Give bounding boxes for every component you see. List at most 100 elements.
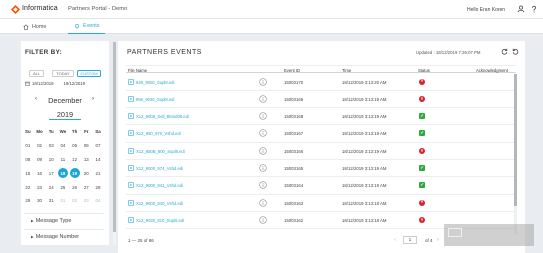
calendar-day-label: 19 (72, 170, 78, 176)
calendar-day[interactable]: 13 (80, 157, 92, 162)
calendar-day[interactable]: 26 (69, 185, 81, 190)
calendar-day-next-month[interactable]: 01 (57, 198, 69, 203)
column-header-event-id[interactable]: Event ID (284, 68, 300, 73)
calendar-day[interactable]: 12 (69, 157, 81, 162)
help-icon[interactable] (530, 5, 538, 13)
date-range[interactable]: 18/12/2019 19/12/2019 (25, 81, 85, 86)
page-input[interactable]: 1 (403, 236, 417, 244)
file-name-link[interactable]: X12_9030_810_Supl8.edi (136, 218, 184, 223)
info-icon[interactable] (259, 129, 267, 138)
filter-custom-button[interactable]: CUSTOM (77, 70, 101, 77)
calendar-week: 08 09 10 11 12 13 14 (22, 153, 104, 167)
section-divider (24, 229, 104, 230)
calendar-day[interactable]: 31 (45, 198, 57, 203)
calendar-day[interactable]: 11 (57, 157, 69, 162)
refresh-icon[interactable] (501, 48, 508, 55)
calendar-day[interactable]: 02 (34, 143, 46, 148)
event-id: 15003165 (284, 166, 304, 171)
prev-page-button[interactable]: ‹ (394, 237, 396, 243)
calendar-day-next-month[interactable]: 02 (69, 198, 81, 203)
page-count: of 4 (425, 238, 433, 243)
table-row[interactable]: X12_850_970_Vshd.edi 15003167 18/12/2019 3… (126, 126, 516, 143)
calendar-day[interactable]: 22 (22, 185, 34, 190)
table-row[interactable]: 849_9000_Supl8.edi 15003170 18/12/2019 3:1… (126, 74, 516, 91)
calendar-day-selected[interactable]: 18 (57, 168, 69, 179)
calendar-day[interactable]: 15 (22, 171, 34, 176)
filter-message-type[interactable]: ▶ Message Type (31, 218, 71, 224)
brand-name: Informatica (22, 5, 58, 12)
tab-home[interactable]: Home (17, 19, 52, 34)
scrollbar-thumb[interactable] (514, 74, 517, 206)
calendar-month[interactable]: December (21, 96, 109, 105)
calendar-day[interactable]: 09 (34, 157, 46, 162)
calendar-day[interactable]: 28 (92, 185, 104, 190)
calendar-day[interactable]: 07 (92, 143, 104, 148)
calendar-day[interactable]: 05 (69, 143, 81, 148)
calendar-day[interactable]: 14 (92, 157, 104, 162)
calendar-day[interactable]: 06 (80, 143, 92, 148)
calendar-week: 15 16 17 18 19 20 21 (22, 166, 104, 180)
calendar-day[interactable]: 30 (34, 198, 46, 203)
filter-message-number[interactable]: ▶ Message Number (31, 234, 79, 240)
file-name-link[interactable]: X12_850B_800_Supl8.edi (136, 149, 185, 154)
column-header-time[interactable]: Time (342, 68, 351, 73)
calendar-day[interactable]: 10 (45, 157, 57, 162)
file-name-link[interactable]: 856_9030_Supl8.edi (136, 97, 174, 102)
table-row[interactable]: X12_9000_974_Vshd.edi 15003165 18/12/2019 … (126, 161, 516, 178)
tab-events[interactable]: Events (68, 19, 106, 34)
file-icon (128, 130, 134, 137)
weekday-label: We (59, 129, 67, 135)
calendar-day[interactable]: 25 (57, 185, 69, 190)
user-icon[interactable] (517, 5, 525, 13)
weekday-label: Fr (84, 129, 89, 135)
reset-icon[interactable] (512, 48, 519, 55)
file-name-link[interactable]: X12_9000_974_Vshd.edi (136, 166, 183, 171)
calendar-day[interactable]: 16 (34, 171, 46, 176)
calendar-year[interactable]: 2019 (21, 110, 109, 119)
calendar-day[interactable]: 29 (22, 198, 34, 203)
calendar-day[interactable]: 27 (80, 185, 92, 190)
info-icon[interactable] (259, 164, 267, 172)
file-name-link[interactable]: 849_9000_Supl8.edi (136, 80, 174, 85)
filter-today-button[interactable]: TODAY (52, 70, 74, 77)
next-page-button[interactable]: › (437, 237, 439, 243)
calendar-day[interactable]: 24 (45, 185, 57, 190)
info-icon[interactable] (259, 147, 267, 155)
success-status-icon: ✓ (419, 130, 425, 137)
calendar-day[interactable]: 04 (57, 143, 69, 148)
updated-timestamp: Updated : 18/12/2019 7:26:07 PM (416, 50, 481, 55)
file-name-link[interactable]: X12_9000_940_Vshd.edi (136, 201, 183, 206)
calendar-day[interactable]: 17 (45, 171, 57, 176)
column-header-status[interactable]: Status (418, 68, 430, 73)
table-row[interactable]: X12_9008_Sell_Blond08.edi 15003168 18/12/2… (126, 109, 516, 126)
calendar-day[interactable]: 21 (92, 171, 104, 176)
activation-watermark (444, 224, 534, 246)
filter-all-button[interactable]: ALL (29, 70, 44, 77)
info-icon[interactable] (259, 112, 267, 120)
calendar-day[interactable]: 23 (34, 185, 46, 190)
file-name-link[interactable]: X12_9000_941_Vshd.edi (136, 183, 183, 188)
file-name-link[interactable]: X12_9008_Sell_Blond08.edi (136, 114, 189, 119)
filter-scrollbar[interactable] (113, 42, 116, 245)
table-scrollbar[interactable] (514, 74, 517, 234)
info-icon[interactable] (259, 95, 267, 103)
table-row[interactable]: X12_850B_800_Supl8.edi 15003166 18/12/2019… (126, 143, 516, 161)
table-row[interactable]: 856_9030_Supl8.edi 15003169 18/12/2019 3:1… (126, 91, 516, 109)
info-icon[interactable] (259, 181, 267, 189)
table-row[interactable]: X12_9000_941_Vshd.edi 15003164 18/12/2019 … (126, 178, 516, 195)
calendar-day[interactable]: 20 (80, 171, 92, 176)
calendar-day-next-month[interactable]: 04 (92, 198, 104, 203)
info-icon[interactable] (259, 77, 267, 86)
calendar-day[interactable]: 03 (45, 143, 57, 148)
calendar-day[interactable]: 08 (22, 157, 34, 162)
calendar-day[interactable]: 01 (22, 143, 34, 148)
table-row[interactable]: X12_9000_940_Vshd.edi 15003163 18/12/2019 … (126, 195, 516, 212)
info-icon[interactable] (259, 198, 267, 207)
calendar-day-selected[interactable]: 19 (69, 168, 81, 179)
column-header-acknowledgment[interactable]: Acknowledgment (476, 68, 508, 73)
calendar-day-next-month[interactable]: 03 (80, 198, 92, 203)
file-name-link[interactable]: X12_850_970_Vshd.edi (136, 131, 181, 136)
column-header-file-name[interactable]: File Name (128, 68, 147, 73)
info-icon[interactable] (259, 216, 267, 224)
scrollbar-thumb[interactable] (113, 42, 116, 232)
